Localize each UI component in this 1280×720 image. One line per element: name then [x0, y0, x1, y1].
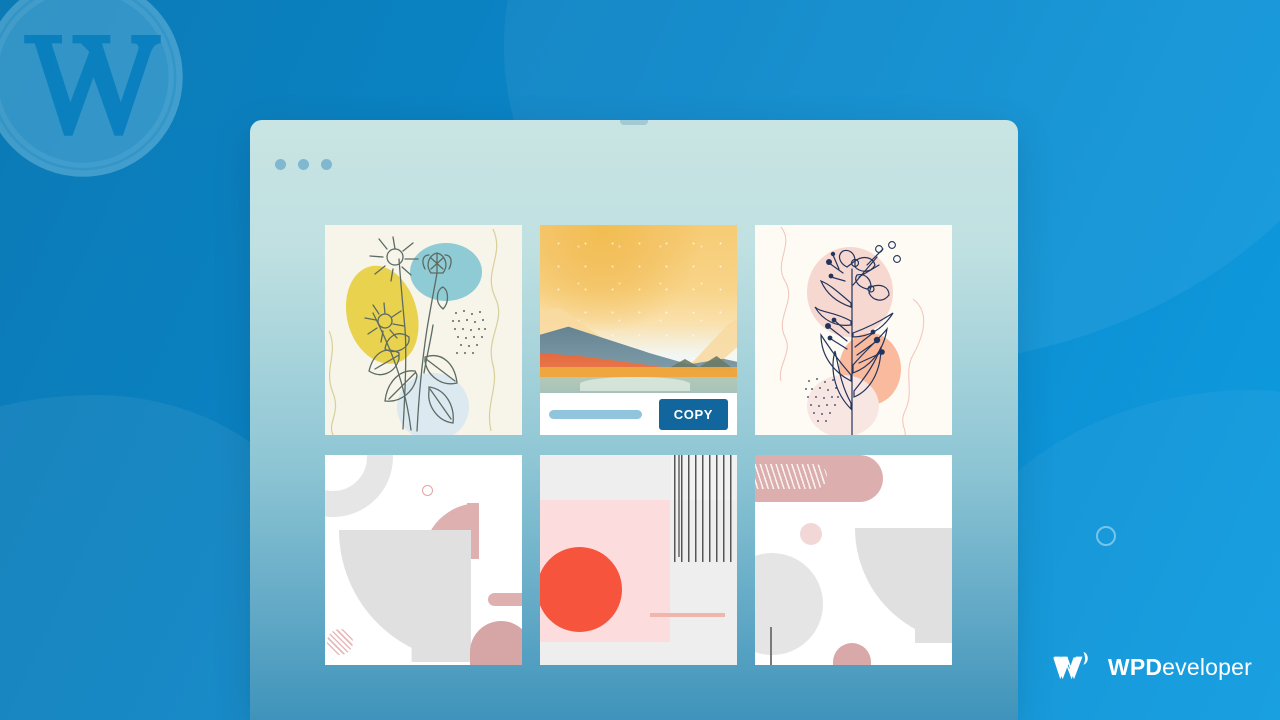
coral-circle-shape	[540, 547, 622, 632]
botanical-line-art-illustration	[779, 226, 925, 435]
bar-stripe-texture	[755, 464, 827, 489]
gallery-card-floral-daisy[interactable]	[325, 225, 522, 435]
small-pink-circle-shape	[800, 523, 822, 545]
thin-vertical-line	[770, 627, 772, 665]
pink-dome-shape	[470, 621, 522, 665]
wpdeveloper-wordmark: WPDeveloper	[1108, 654, 1252, 681]
gallery-card-pink-bar-shapes[interactable]	[755, 455, 952, 665]
mist-highlight	[580, 377, 690, 391]
window-traffic-lights	[275, 159, 332, 170]
browser-window: COPY	[250, 120, 1018, 720]
grey-circle-shape	[755, 553, 823, 655]
pink-pill-shape	[488, 593, 522, 606]
gallery-card-coral-circle[interactable]	[540, 455, 737, 665]
camera-notch-icon	[620, 120, 648, 125]
window-dot-green[interactable]	[321, 159, 332, 170]
gallery-card-abstract-grey-pink[interactable]	[325, 455, 522, 665]
window-dot-yellow[interactable]	[298, 159, 309, 170]
window-dot-red[interactable]	[275, 159, 286, 170]
wpdeveloper-w-mark-icon	[1053, 651, 1088, 680]
grey-quarter-circle-shape	[855, 528, 952, 643]
pink-horizontal-bar	[650, 613, 725, 617]
url-placeholder-bar[interactable]	[549, 409, 642, 419]
copy-button[interactable]: COPY	[658, 398, 728, 430]
pink-dome-shape	[833, 643, 871, 665]
circle-outline-icon	[1096, 526, 1116, 546]
brand-name-bold: WPD	[1107, 653, 1163, 680]
daisy-line-art-illustration	[328, 228, 500, 435]
gallery-card-botanical-navy[interactable]	[755, 225, 952, 435]
gallery-card-watercolor-landscape[interactable]: COPY	[540, 225, 737, 435]
brand-name-light: eveloper	[1162, 653, 1252, 680]
wordpress-logo-icon	[0, 0, 183, 177]
card-action-bar: COPY	[540, 393, 737, 435]
grey-ring-shape	[325, 455, 393, 517]
vertical-stripes-pattern	[674, 455, 734, 562]
image-gallery-grid: COPY	[325, 225, 952, 665]
pink-circle-outline-icon	[422, 485, 433, 496]
landscape-thumbnail	[540, 225, 737, 393]
wpdeveloper-logo: WPDeveloper	[1052, 650, 1252, 684]
striped-circle-shape	[327, 629, 353, 655]
